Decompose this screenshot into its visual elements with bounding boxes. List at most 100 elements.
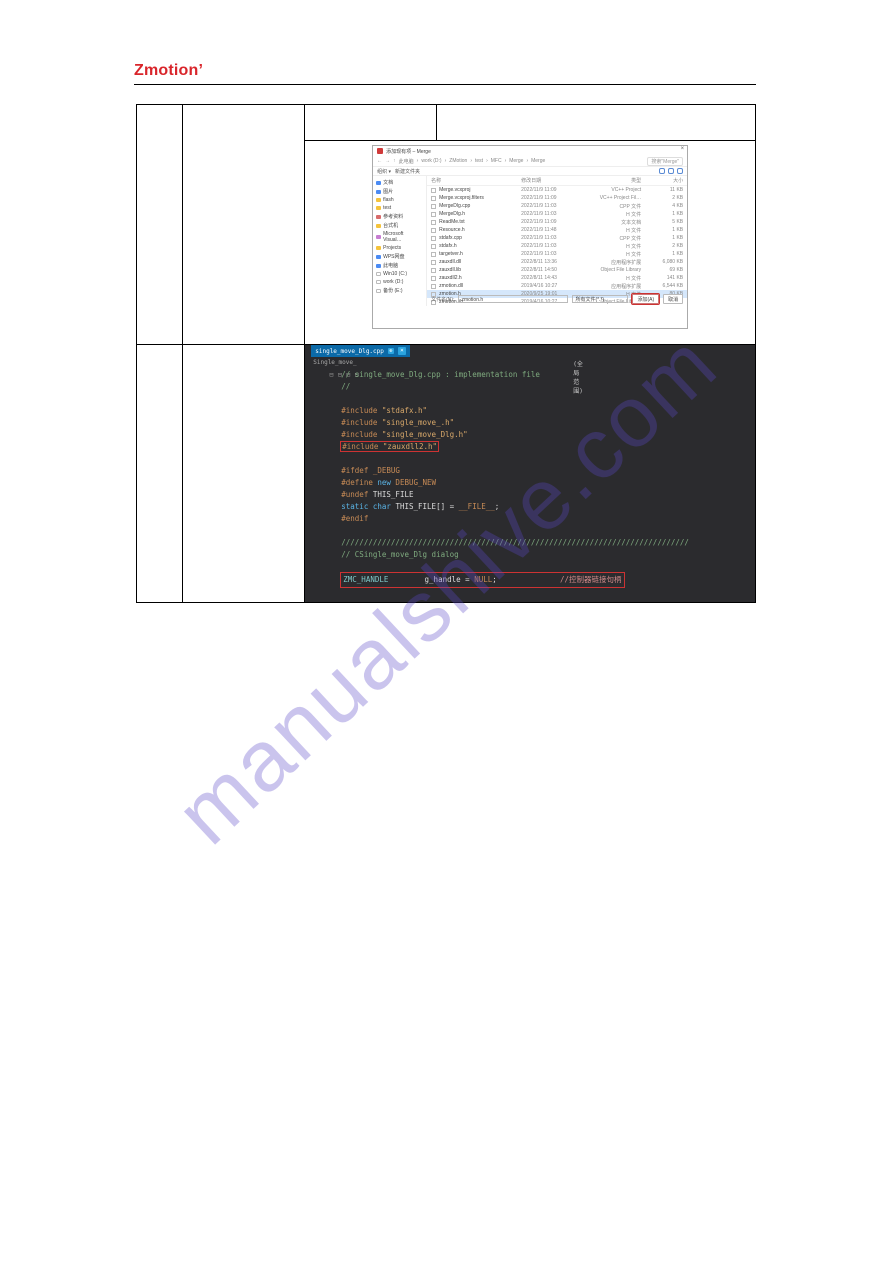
tree-item[interactable]: 备份 (E:) [375, 286, 424, 295]
folder-icon [376, 280, 381, 284]
code-line: // CSingle_move_Dlg dialog [341, 550, 458, 559]
breadcrumb[interactable]: 此电脑 [399, 158, 414, 165]
chevron-right-icon: › [417, 158, 419, 164]
add-button[interactable]: 添加(A) [632, 294, 659, 304]
code-token: NULL [474, 575, 492, 584]
file-row[interactable]: MergeDlg.h2022/11/9 11:03H 文件1 KB [427, 210, 687, 218]
editor-crumb[interactable]: Single_move_ (全局范围) [313, 359, 356, 366]
file-name: targetver.h [439, 251, 521, 257]
file-row[interactable]: zmotion.dll2019/4/16 10:27应用程序扩展6,544 KB [427, 282, 687, 290]
editor-tab[interactable]: single_move_Dlg.cpp ⊕ × [311, 345, 410, 357]
tree-item[interactable]: WPS网盘 [375, 252, 424, 261]
col-size[interactable]: 大小 [641, 177, 683, 184]
tree-item[interactable]: 此电脑 [375, 261, 424, 270]
header-rule [134, 84, 756, 85]
tree-item[interactable]: 参考资料 [375, 212, 424, 221]
file-icon [431, 204, 436, 209]
code-token: "stdafx.h" [382, 406, 427, 415]
tree-item-label: Win10 (C:) [383, 271, 407, 277]
tree-item[interactable]: work (D:) [375, 278, 424, 286]
breadcrumb[interactable]: Merge [531, 158, 545, 164]
new-folder-button[interactable]: 新建文件夹 [395, 168, 420, 175]
view-icon[interactable] [659, 168, 665, 174]
file-icon [431, 196, 436, 201]
file-row[interactable]: targetver.h2022/11/9 11:03H 文件1 KB [427, 250, 687, 258]
tree-item[interactable]: 台式机 [375, 221, 424, 230]
code-token: ; [492, 575, 497, 584]
code-token: ; [495, 502, 500, 511]
file-size: 6,544 KB [641, 283, 683, 289]
nav-back-icon[interactable]: ← [377, 158, 382, 164]
pin-icon[interactable]: ⊕ [388, 348, 394, 354]
file-date: 2019/4/16 10:27 [521, 283, 581, 289]
file-name: Merge.vcxproj.filters [439, 195, 521, 201]
organize-button[interactable]: 组织 ▾ [377, 168, 391, 175]
breadcrumb[interactable]: test [475, 158, 483, 164]
tree-item[interactable]: test [375, 204, 424, 212]
file-date: 2022/11/9 11:03 [521, 211, 581, 217]
file-date: 2022/11/9 11:03 [521, 235, 581, 241]
cancel-button[interactable]: 取消 [663, 294, 683, 304]
nav-fwd-icon[interactable]: → [385, 158, 390, 164]
code-area[interactable]: // single_move_Dlg.cpp : implementation … [341, 369, 755, 587]
col-name[interactable]: 名称 [431, 177, 521, 184]
file-row[interactable]: Resource.h2022/11/9 11:48H 文件1 KB [427, 226, 687, 234]
file-icon [431, 228, 436, 233]
filename-field[interactable]: zmotion.h [458, 295, 568, 303]
tree-item[interactable]: flash [375, 196, 424, 204]
folder-icon [376, 246, 381, 250]
code-line: // [341, 382, 350, 391]
code-token: #undef [341, 490, 373, 499]
chevron-right-icon: › [470, 158, 472, 164]
file-row[interactable]: stdafx.h2022/11/9 11:03H 文件2 KB [427, 242, 687, 250]
file-row[interactable]: MergeDlg.cpp2022/11/9 11:03CPP 文件4 KB [427, 202, 687, 210]
file-row[interactable]: stdafx.cpp2022/11/9 11:03CPP 文件1 KB [427, 234, 687, 242]
file-row[interactable]: Merge.vcxproj2022/11/9 11:09VC++ Project… [427, 186, 687, 194]
file-row[interactable]: ReadMe.txt2022/11/9 11:09文本文档5 KB [427, 218, 687, 226]
file-type: 文本文档 [581, 219, 641, 226]
file-row[interactable]: zauxdll2.h2022/8/11 14:43H 文件141 KB [427, 274, 687, 282]
file-type: H 文件 [581, 275, 641, 282]
code-line: // single_move_Dlg.cpp : implementation … [341, 370, 540, 379]
filter-select[interactable]: 所有文件(*.*) [572, 295, 628, 303]
file-type: VC++ Project [581, 187, 641, 193]
code-token: "single_move_Dlg.h" [382, 430, 468, 439]
tree-item[interactable]: 图片 [375, 187, 424, 196]
breadcrumb[interactable]: MFC [491, 158, 502, 164]
breadcrumb[interactable]: work (D:) [421, 158, 441, 164]
tree-item[interactable]: 文档 [375, 178, 424, 187]
close-tab-icon[interactable]: × [398, 347, 406, 355]
code-token: #define [341, 478, 377, 487]
file-row[interactable]: zauxdll.lib2022/8/11 14:50Object File Li… [427, 266, 687, 274]
breadcrumb[interactable]: ZMotion [449, 158, 467, 164]
file-list[interactable]: 名称 修改日期 类型 大小 Merge.vcxproj2022/11/9 11:… [427, 176, 687, 306]
code-token: ZMC_HANDLE [343, 575, 388, 584]
tree-item[interactable]: Projects [375, 244, 424, 252]
file-row[interactable]: Merge.vcxproj.filters2022/11/9 11:09VC++… [427, 194, 687, 202]
folder-icon [376, 272, 381, 276]
file-type: Object File Library [581, 267, 641, 273]
breadcrumb[interactable]: Merge [509, 158, 523, 164]
col-date[interactable]: 修改日期 [521, 177, 581, 184]
tree-item[interactable]: Win10 (C:) [375, 270, 424, 278]
file-date: 2022/11/9 11:03 [521, 243, 581, 249]
folder-icon [376, 264, 381, 268]
tree-item[interactable]: Microsoft Visual… [375, 230, 424, 244]
details-icon[interactable] [668, 168, 674, 174]
file-date: 2022/11/9 11:03 [521, 251, 581, 257]
path-bar[interactable]: ← → ↑ 此电脑 › work (D:) › ZMotion › test ›… [373, 156, 687, 166]
nav-up-icon[interactable]: ↑ [393, 158, 396, 164]
chevron-right-icon: › [486, 158, 488, 164]
col-type[interactable]: 类型 [581, 177, 641, 184]
file-type: CPP 文件 [581, 203, 641, 210]
search-input[interactable]: 搜索"Merge" [647, 157, 683, 166]
file-row[interactable]: zauxdll.dll2022/8/11 13:36应用程序扩展6,080 KB [427, 258, 687, 266]
folder-icon [376, 255, 381, 259]
help-icon[interactable] [677, 168, 683, 174]
code-line: ////////////////////////////////////////… [341, 538, 689, 547]
folder-tree[interactable]: 文档图片flashtest参考资料台式机Microsoft Visual…Pro… [373, 176, 427, 306]
file-name: zauxdll.lib [439, 267, 521, 273]
column-headers[interactable]: 名称 修改日期 类型 大小 [427, 176, 687, 186]
tree-item-label: 参考资料 [383, 213, 403, 220]
close-icon[interactable]: × [681, 146, 685, 152]
